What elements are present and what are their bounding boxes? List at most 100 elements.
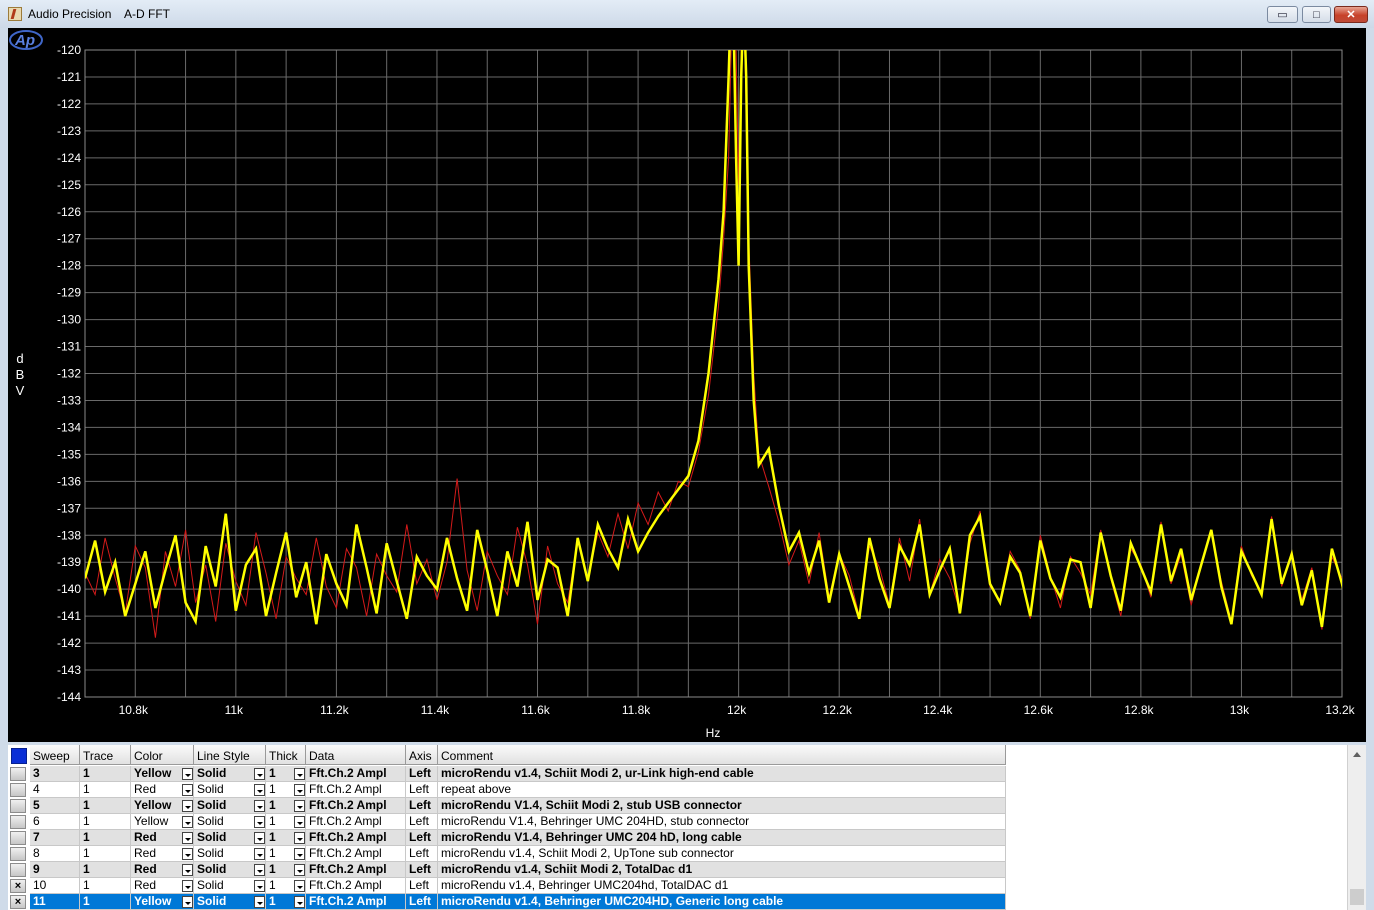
cell-trace[interactable]: 1	[80, 766, 131, 782]
cell-axis[interactable]: Left	[406, 782, 438, 798]
dropdown-arrow-icon[interactable]	[254, 896, 265, 908]
cell-axis[interactable]: Left	[406, 862, 438, 878]
cell-trace[interactable]: 1	[80, 782, 131, 798]
cell-axis[interactable]: Left	[406, 830, 438, 846]
dropdown-arrow-icon[interactable]	[294, 784, 305, 796]
dropdown-arrow-icon[interactable]	[254, 816, 265, 828]
fft-chart[interactable]: -120 -121 -122 -123 -124 -125 -126 -127 -128 -129…	[8, 28, 1366, 742]
row-checkbox[interactable]	[10, 863, 26, 877]
cell-comment[interactable]: microRendu v1.4, Behringer UMC204hd, Tot…	[438, 878, 1006, 894]
table-row[interactable]: 9 1 Red Solid 1 Fft.Ch.2 Ampl Left microRendu v…	[8, 862, 1006, 878]
close-button[interactable]: ✕	[1334, 6, 1368, 23]
table-row[interactable]: 3 1 Yellow Solid 1 Fft.Ch.2 Ampl Left microRend…	[8, 766, 1006, 782]
cell-axis[interactable]: Left	[406, 846, 438, 862]
table-row[interactable]: × 11 1 Yellow Solid 1 Fft.Ch.2 Ampl Left microRe…	[8, 894, 1006, 910]
cell-comment[interactable]: microRendu V1.4, Behringer UMC 204HD, st…	[438, 814, 1006, 830]
sweep-table[interactable]: Sweep Trace Color Line Style Thick Data Axis Co…	[8, 745, 1366, 910]
cell-data[interactable]: Fft.Ch.2 Ampl	[306, 894, 406, 910]
cell-trace[interactable]: 1	[80, 798, 131, 814]
cell-sweep[interactable]: 8	[30, 846, 80, 862]
row-checkbox[interactable]	[10, 847, 26, 861]
cell-trace[interactable]: 1	[80, 814, 131, 830]
cell-data[interactable]: Fft.Ch.2 Ampl	[306, 782, 406, 798]
cell-trace[interactable]: 1	[80, 846, 131, 862]
dropdown-arrow-icon[interactable]	[254, 784, 265, 796]
row-checkbox[interactable]	[10, 767, 26, 781]
table-row[interactable]: × 10 1 Red Solid 1 Fft.Ch.2 Ampl Left microRendu…	[8, 878, 1006, 894]
dropdown-arrow-icon[interactable]	[294, 880, 305, 892]
cell-data[interactable]: Fft.Ch.2 Ampl	[306, 766, 406, 782]
maximize-button[interactable]: □	[1302, 6, 1331, 23]
cell-trace[interactable]: 1	[80, 862, 131, 878]
cell-trace[interactable]: 1	[80, 878, 131, 894]
dropdown-arrow-icon[interactable]	[294, 896, 305, 908]
row-checkbox[interactable]	[10, 815, 26, 829]
cell-data[interactable]: Fft.Ch.2 Ampl	[306, 798, 406, 814]
cell-axis[interactable]: Left	[406, 798, 438, 814]
dropdown-arrow-icon[interactable]	[294, 864, 305, 876]
cell-comment[interactable]: microRendu v1.4, Behringer UMC204HD, Gen…	[438, 894, 1006, 910]
cell-sweep[interactable]: 6	[30, 814, 80, 830]
cell-axis[interactable]: Left	[406, 894, 438, 910]
column-header-data[interactable]: Data	[306, 745, 406, 765]
row-checkbox[interactable]	[10, 831, 26, 845]
cell-comment[interactable]: microRendu v1.4, Schiit Modi 2, ur-Link …	[438, 766, 1006, 782]
dropdown-arrow-icon[interactable]	[182, 896, 193, 908]
dropdown-arrow-icon[interactable]	[182, 784, 193, 796]
cell-comment[interactable]: microRendu v1.4, Schiit Modi 2, UpTone s…	[438, 846, 1006, 862]
column-header-axis[interactable]: Axis	[406, 745, 438, 765]
cell-axis[interactable]: Left	[406, 766, 438, 782]
column-header-trace[interactable]: Trace	[80, 745, 131, 765]
table-row[interactable]: 8 1 Red Solid 1 Fft.Ch.2 Ampl Left microRendu v…	[8, 846, 1006, 862]
row-checkbox[interactable]: ×	[10, 879, 26, 893]
dropdown-arrow-icon[interactable]	[182, 848, 193, 860]
minimize-button[interactable]: ▭	[1267, 6, 1298, 23]
cell-data[interactable]: Fft.Ch.2 Ampl	[306, 830, 406, 846]
cell-sweep[interactable]: 10	[30, 878, 80, 894]
table-row[interactable]: 4 1 Red Solid 1 Fft.Ch.2 Ampl Left repeat above	[8, 782, 1006, 798]
cell-comment[interactable]: microRendu V1.4, Schiit Modi 2, stub USB…	[438, 798, 1006, 814]
scrollbar-thumb[interactable]	[1350, 889, 1364, 905]
cell-trace[interactable]: 1	[80, 830, 131, 846]
cell-axis[interactable]: Left	[406, 878, 438, 894]
cell-sweep[interactable]: 3	[30, 766, 80, 782]
row-checkbox[interactable]: ×	[10, 895, 26, 909]
cell-data[interactable]: Fft.Ch.2 Ampl	[306, 814, 406, 830]
fft-chart-panel[interactable]: -120 -121 -122 -123 -124 -125 -126 -127 -128 -129…	[8, 28, 1366, 742]
cell-sweep[interactable]: 11	[30, 894, 80, 910]
dropdown-arrow-icon[interactable]	[254, 800, 265, 812]
row-checkbox[interactable]	[10, 799, 26, 813]
dropdown-arrow-icon[interactable]	[182, 816, 193, 828]
cell-data[interactable]: Fft.Ch.2 Ampl	[306, 862, 406, 878]
table-row[interactable]: 5 1 Yellow Solid 1 Fft.Ch.2 Ampl Left microRend…	[8, 798, 1006, 814]
vertical-scrollbar[interactable]	[1347, 745, 1366, 910]
dropdown-arrow-icon[interactable]	[294, 832, 305, 844]
column-header-comment[interactable]: Comment	[438, 745, 1006, 765]
cell-comment[interactable]: microRendu V1.4, Behringer UMC 204 hD, l…	[438, 830, 1006, 846]
column-header-style[interactable]: Line Style	[194, 745, 266, 765]
row-checkbox[interactable]	[10, 783, 26, 797]
select-all-corner[interactable]	[11, 748, 27, 764]
dropdown-arrow-icon[interactable]	[294, 848, 305, 860]
cell-axis[interactable]: Left	[406, 814, 438, 830]
cell-sweep[interactable]: 5	[30, 798, 80, 814]
cell-trace[interactable]: 1	[80, 894, 131, 910]
column-header-sweep[interactable]: Sweep	[30, 745, 80, 765]
cell-data[interactable]: Fft.Ch.2 Ampl	[306, 846, 406, 862]
dropdown-arrow-icon[interactable]	[182, 832, 193, 844]
dropdown-arrow-icon[interactable]	[254, 864, 265, 876]
dropdown-arrow-icon[interactable]	[182, 880, 193, 892]
cell-sweep[interactable]: 9	[30, 862, 80, 878]
dropdown-arrow-icon[interactable]	[294, 800, 305, 812]
table-row[interactable]: 7 1 Red Solid 1 Fft.Ch.2 Ampl Left microRendu V…	[8, 830, 1006, 846]
dropdown-arrow-icon[interactable]	[254, 880, 265, 892]
column-header-color[interactable]: Color	[131, 745, 194, 765]
dropdown-arrow-icon[interactable]	[182, 768, 193, 780]
table-row[interactable]: 6 1 Yellow Solid 1 Fft.Ch.2 Ampl Left microRend…	[8, 814, 1006, 830]
dropdown-arrow-icon[interactable]	[294, 816, 305, 828]
cell-sweep[interactable]: 7	[30, 830, 80, 846]
column-header-thick[interactable]: Thick	[266, 745, 306, 765]
cell-data[interactable]: Fft.Ch.2 Ampl	[306, 878, 406, 894]
dropdown-arrow-icon[interactable]	[254, 768, 265, 780]
scroll-up-icon[interactable]	[1353, 752, 1361, 757]
